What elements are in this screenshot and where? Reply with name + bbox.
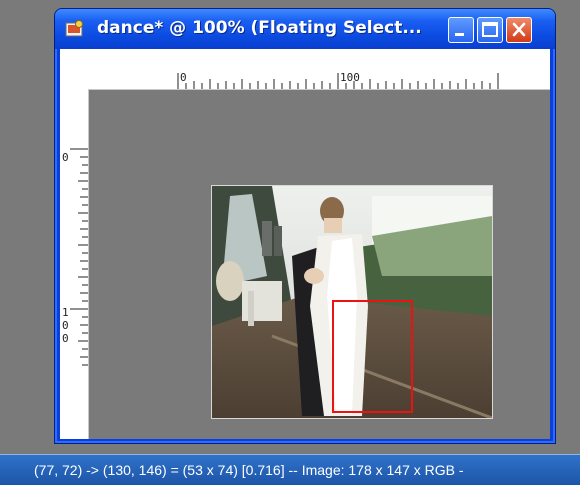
horizontal-ruler: 0 100	[88, 49, 550, 90]
ruler-label-left-0: 0	[62, 151, 69, 164]
minimize-button[interactable]	[448, 17, 474, 43]
status-text: (77, 72) -> (130, 146) = (53 x 74) [0.71…	[34, 462, 464, 478]
window-title: dance* @ 100% (Floating Select...	[97, 18, 422, 38]
canvas-area[interactable]	[89, 90, 550, 439]
close-button[interactable]	[506, 17, 532, 43]
maximize-button[interactable]	[477, 17, 503, 43]
ruler-label-100: 100	[340, 71, 360, 84]
title-bar[interactable]: dance* @ 100% (Floating Select...	[55, 9, 555, 49]
ruler-label-left-3: 0	[62, 332, 69, 345]
vertical-ruler: 0 1 0 0	[60, 89, 89, 439]
document-client-area: 0 100 0 1 0 0	[60, 49, 550, 439]
app-icon	[65, 20, 85, 38]
ruler-label-left-2: 0	[62, 319, 69, 332]
status-bar: (77, 72) -> (130, 146) = (53 x 74) [0.71…	[0, 454, 580, 485]
image-window[interactable]: dance* @ 100% (Floating Select... 0 100 …	[54, 8, 556, 444]
ruler-corner	[60, 49, 88, 89]
ruler-label-left-1: 1	[62, 306, 69, 319]
ruler-label-0: 0	[180, 71, 187, 84]
floating-selection-rect[interactable]	[332, 300, 413, 413]
